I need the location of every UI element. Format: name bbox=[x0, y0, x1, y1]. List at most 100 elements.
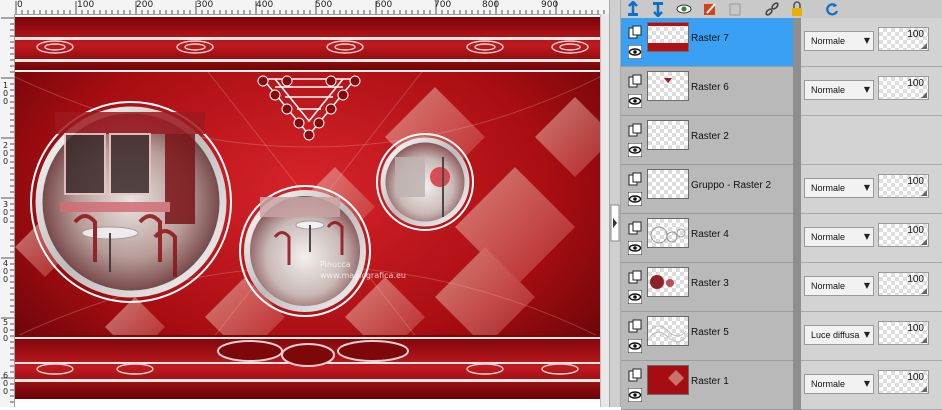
blend-mode-select[interactable]: Normale ▼ bbox=[804, 178, 874, 198]
vertical-ruler: 1 0 0 2 0 0 3 0 0 4 0 0 5 0 0 6 0 0 bbox=[0, 14, 15, 407]
layer-properties-icon[interactable] bbox=[628, 269, 642, 284]
ruler-top-label: 500 bbox=[315, 0, 333, 10]
ruler-top-label: 400 bbox=[256, 0, 274, 10]
delete-layer-icon[interactable] bbox=[727, 1, 743, 17]
opacity-value: 100 bbox=[907, 225, 924, 236]
layer-thumbnail bbox=[647, 169, 689, 199]
layer-properties-icon[interactable] bbox=[628, 122, 642, 137]
layer-row[interactable]: Raster 3 Normale ▼ 100 bbox=[621, 263, 942, 312]
layer-thumbnail bbox=[647, 267, 689, 297]
visibility-eye-icon[interactable] bbox=[627, 387, 643, 403]
layer-row-controls: Normale ▼ 100 bbox=[801, 67, 942, 116]
opacity-slider-icon bbox=[921, 92, 927, 98]
opacity-input[interactable]: 100 bbox=[878, 174, 929, 198]
opacity-slider-icon bbox=[921, 337, 927, 343]
layer-row[interactable]: Gruppo - Raster 2 Normale ▼ 100 bbox=[621, 165, 942, 214]
layer-row-divider bbox=[793, 361, 801, 410]
layer-row-divider bbox=[793, 18, 801, 67]
blend-mode-select[interactable]: Normale ▼ bbox=[804, 276, 874, 296]
layer-row[interactable]: Raster 1 Normale ▼ 100 bbox=[621, 361, 942, 410]
layer-row[interactable]: Raster 4 Normale ▼ 100 bbox=[621, 214, 942, 263]
chevron-down-icon: ▼ bbox=[863, 379, 870, 388]
opacity-input[interactable]: 100 bbox=[878, 272, 929, 296]
layer-row[interactable]: Raster 5 Luce diffusa ▼ 100 bbox=[621, 312, 942, 361]
blend-mode-value: Normale bbox=[811, 36, 846, 46]
opacity-slider-icon bbox=[921, 190, 927, 196]
layer-row-main[interactable]: Gruppo - Raster 2 bbox=[621, 165, 793, 214]
visibility-eye-icon[interactable] bbox=[627, 93, 643, 109]
watermark-line-2: www.magicgrafica.eu bbox=[320, 271, 406, 280]
layer-row-main[interactable]: Raster 4 bbox=[621, 214, 793, 263]
blend-mode-select[interactable]: Normale ▼ bbox=[804, 31, 874, 51]
opacity-slider-icon bbox=[921, 288, 927, 294]
layer-row-main[interactable]: Raster 1 bbox=[621, 361, 793, 410]
layer-properties-icon[interactable] bbox=[628, 171, 642, 186]
refresh-icon[interactable] bbox=[824, 1, 840, 17]
new-raster-layer-icon[interactable] bbox=[625, 0, 641, 17]
layer-properties-icon[interactable] bbox=[628, 73, 642, 88]
opacity-input[interactable]: 100 bbox=[878, 370, 929, 394]
lock-icon[interactable] bbox=[789, 1, 805, 17]
merge-down-icon[interactable] bbox=[650, 1, 666, 18]
blend-mode-value: Normale bbox=[811, 379, 846, 389]
blend-mode-value: Normale bbox=[811, 232, 846, 242]
ruler-top-label: 300 bbox=[196, 0, 214, 10]
opacity-slider-icon bbox=[921, 239, 927, 245]
blend-mode-value: Normale bbox=[811, 85, 846, 95]
layer-row-controls: Luce diffusa ▼ 100 bbox=[801, 312, 942, 361]
image-canvas-window[interactable]: 0 100 200 300 400 500 600 700 800 900 1 … bbox=[0, 0, 610, 407]
layer-properties-icon[interactable] bbox=[628, 367, 642, 382]
edit-layer-icon[interactable] bbox=[702, 1, 718, 17]
layer-row[interactable]: Raster 6 Normale ▼ 100 bbox=[621, 67, 942, 116]
layer-row-main[interactable]: Raster 3 bbox=[621, 263, 793, 312]
visibility-eye-icon[interactable] bbox=[627, 289, 643, 305]
layer-name: Raster 4 bbox=[691, 229, 729, 240]
visibility-eye-icon[interactable] bbox=[627, 338, 643, 354]
layer-row-controls: Normale ▼ 100 bbox=[801, 214, 942, 263]
layer-name: Raster 2 bbox=[691, 131, 729, 142]
opacity-value: 100 bbox=[907, 29, 924, 40]
blend-mode-select[interactable]: Luce diffusa ▼ bbox=[804, 325, 874, 345]
opacity-input[interactable]: 100 bbox=[878, 76, 929, 100]
layer-properties-icon[interactable] bbox=[628, 318, 642, 333]
link-icon[interactable] bbox=[764, 1, 780, 17]
layer-row[interactable]: Raster 7 Normale ▼ 100 bbox=[621, 18, 942, 67]
visibility-eye-icon[interactable] bbox=[627, 240, 643, 256]
artwork-image[interactable]: Pinucca www.magicgrafica.eu bbox=[15, 17, 600, 399]
layer-row-main[interactable]: Raster 6 bbox=[621, 67, 793, 116]
layer-thumbnail bbox=[647, 365, 689, 395]
ruler-left-label: 3 0 0 bbox=[3, 200, 9, 225]
chevron-down-icon: ▼ bbox=[863, 36, 870, 45]
ruler-top-label: 600 bbox=[375, 0, 393, 10]
ruler-top-label: 100 bbox=[77, 0, 95, 10]
panel-splitter[interactable] bbox=[609, 0, 621, 407]
visibility-eye-icon[interactable] bbox=[627, 191, 643, 207]
layer-row-divider bbox=[793, 116, 801, 165]
layer-thumbnail bbox=[647, 120, 689, 150]
opacity-input[interactable]: 100 bbox=[878, 223, 929, 247]
layer-row-main[interactable]: Raster 2 bbox=[621, 116, 793, 165]
blend-mode-select[interactable]: Normale ▼ bbox=[804, 227, 874, 247]
layer-row[interactable]: Raster 2 bbox=[621, 116, 942, 165]
layer-row-main[interactable]: Raster 7 bbox=[621, 18, 793, 67]
opacity-input[interactable]: 100 bbox=[878, 27, 929, 51]
layer-row-controls: Normale ▼ 100 bbox=[801, 165, 942, 214]
layer-row-main[interactable]: Raster 5 bbox=[621, 312, 793, 361]
ruler-left-label: 2 0 0 bbox=[3, 141, 9, 166]
blend-mode-select[interactable]: Normale ▼ bbox=[804, 80, 874, 100]
layer-row-divider bbox=[793, 67, 801, 116]
visibility-eye-icon[interactable] bbox=[627, 44, 643, 60]
chevron-down-icon: ▼ bbox=[863, 281, 870, 290]
layers-panel: Raster 7 Normale ▼ 100 Raster 6 Normale ▼ 100 Ra… bbox=[621, 0, 942, 410]
blend-mode-select[interactable]: Normale ▼ bbox=[804, 374, 874, 394]
blend-mode-value: Normale bbox=[811, 183, 846, 193]
opacity-value: 100 bbox=[907, 274, 924, 285]
chevron-down-icon: ▼ bbox=[863, 330, 870, 339]
opacity-input[interactable]: 100 bbox=[878, 321, 929, 345]
layer-list: Raster 7 Normale ▼ 100 Raster 6 Normale ▼ 100 Ra… bbox=[621, 18, 942, 410]
layer-properties-icon[interactable] bbox=[628, 24, 642, 39]
visibility-eye-icon[interactable] bbox=[627, 142, 643, 158]
layer-properties-icon[interactable] bbox=[628, 220, 642, 235]
mask-eye-icon[interactable] bbox=[676, 1, 692, 17]
ruler-top-label: 800 bbox=[482, 0, 500, 10]
